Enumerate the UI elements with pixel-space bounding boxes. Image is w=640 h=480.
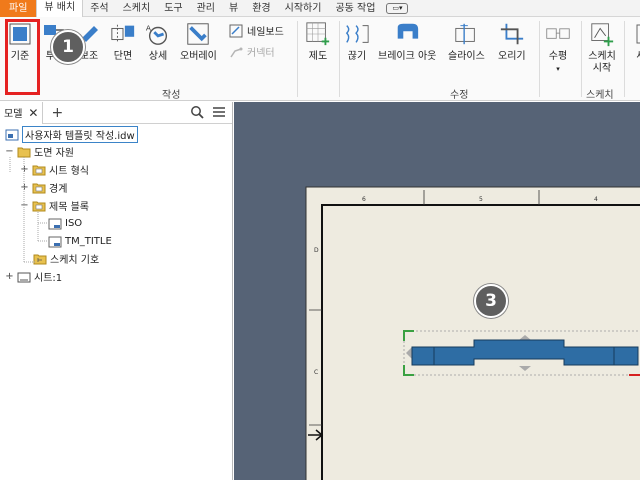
tab-place-views[interactable]: 뷰 배치 <box>36 0 84 17</box>
zone-label: 5 <box>479 196 483 203</box>
tree-lines <box>9 157 48 280</box>
ribbon-display-toggle-icon[interactable]: ▭▾ <box>386 2 409 14</box>
group-label-sketch: 스케치 <box>586 90 614 101</box>
menu-icon[interactable] <box>212 105 226 122</box>
dropdown-arrow-icon: ▾ <box>556 65 560 73</box>
zone-label: 4 <box>594 196 598 203</box>
break-button[interactable]: 끊기 <box>344 21 370 63</box>
tab-file[interactable]: 파일 <box>0 0 37 17</box>
zone-label: C <box>314 369 318 376</box>
tab-collaborate[interactable]: 공동 작업 <box>328 0 382 17</box>
menu-bar: 파일 뷰 배치 주석 스케치 도구 관리 뷰 환경 시작하기 공동 작업 ▭▾ <box>0 0 640 17</box>
zone-label: D <box>314 247 319 254</box>
tab-view[interactable]: 뷰 <box>222 0 245 17</box>
start-sketch-button[interactable]: 스케치 시작 <box>586 21 618 75</box>
ribbon-separator <box>624 21 625 97</box>
connector-icon <box>228 45 244 59</box>
group-label-modify: 수정 <box>450 90 469 101</box>
step-badge-1: 1 <box>51 30 85 64</box>
ribbon-separator <box>297 21 298 97</box>
overlay-view-button[interactable]: 오버레이 <box>180 21 217 63</box>
crop-icon <box>499 21 525 47</box>
break-out-icon <box>394 21 420 47</box>
ribbon-separator <box>581 21 582 97</box>
ribbon: 기준 투영 보조 단면 A 상세 오버레이 <box>0 17 640 101</box>
zone-label: 6 <box>362 196 366 203</box>
drawing-canvas[interactable]: 6 5 4 D C <box>234 102 640 480</box>
model-browser: 모델 ✕ + 사용자화 템플릿 작성.idw − 도면 자원 + 시 <box>0 101 233 480</box>
draft-view-icon <box>305 21 331 47</box>
ribbon-separator <box>339 21 340 97</box>
crop-button[interactable]: 오리기 <box>498 21 526 63</box>
draft-view-button[interactable]: 제도 <box>305 21 331 63</box>
svg-text:A: A <box>146 23 151 32</box>
drawing-sheet: 6 5 4 D C <box>305 186 640 480</box>
base-button-highlight <box>5 19 40 95</box>
tab-environments[interactable]: 환경 <box>245 0 277 17</box>
overlay-view-icon <box>185 21 211 47</box>
tab-manage[interactable]: 관리 <box>190 0 222 17</box>
detail-view-icon: A <box>145 21 171 47</box>
tab-get-started[interactable]: 시작하기 <box>278 0 329 17</box>
tab-annotate[interactable]: 주석 <box>83 0 115 17</box>
break-out-button[interactable]: 브레이크 아웃 <box>378 21 436 63</box>
nailboard-button[interactable]: 네일보드 <box>228 23 284 38</box>
slice-button[interactable]: 슬라이스 <box>448 21 485 63</box>
detail-view-button[interactable]: A 상세 <box>145 21 171 63</box>
new-sheet-button[interactable]: 새 <box>628 21 640 63</box>
group-label-create: 작성 <box>162 90 181 101</box>
tab-tools[interactable]: 도구 <box>157 0 189 17</box>
horizontal-button[interactable]: 수평 ▾ <box>545 21 571 75</box>
search-icon[interactable] <box>190 105 204 122</box>
step-badge-3: 3 <box>474 284 508 318</box>
section-view-icon <box>110 21 136 47</box>
connector-button[interactable]: 커넥터 <box>228 44 275 59</box>
tab-sketch[interactable]: 스케치 <box>116 0 158 17</box>
new-sheet-icon <box>628 21 640 47</box>
section-view-button[interactable]: 단면 <box>110 21 136 63</box>
start-sketch-icon <box>589 21 615 47</box>
break-icon <box>344 21 370 47</box>
ribbon-separator <box>539 21 540 97</box>
horizontal-icon <box>545 21 571 47</box>
nailboard-icon <box>228 24 244 38</box>
slice-icon <box>453 21 479 47</box>
